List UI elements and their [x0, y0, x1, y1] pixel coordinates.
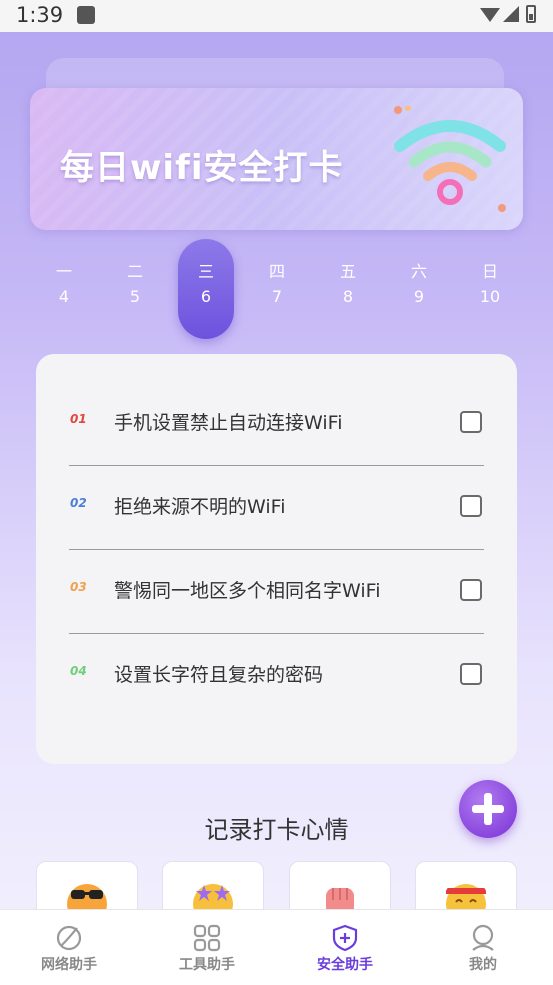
battery-icon [526, 5, 536, 23]
add-mood-button[interactable] [459, 780, 517, 838]
item-text: 设置长字符且复杂的密码 [114, 664, 324, 686]
nav-item-security[interactable]: 安全助手 [276, 910, 414, 985]
leaf-icon [56, 925, 82, 951]
item-text: 警惕同一地区多个相同名字WiFi [114, 580, 381, 602]
date-number[interactable]: 8 [320, 287, 376, 306]
checklist-item[interactable]: 01 手机设置禁止自动连接WiFi [36, 354, 517, 438]
date-number[interactable]: 10 [462, 287, 518, 306]
user-icon [472, 924, 494, 951]
notification-icon [77, 6, 95, 24]
bottom-navigation: 网络助手 工具助手 安全助手 我的 [0, 909, 553, 985]
checklist-card: 01 手机设置禁止自动连接WiFi 02 拒绝来源不明的WiFi 03 警惕同一… [36, 354, 517, 764]
banner-title: 每日wifi安全打卡 [60, 148, 344, 188]
nav-item-tools[interactable]: 工具助手 [138, 910, 276, 985]
weekday-label: 三 [197, 262, 214, 281]
checklist-item[interactable]: 03 警惕同一地区多个相同名字WiFi [36, 522, 517, 606]
item-index: 02 [70, 496, 87, 510]
date-number[interactable]: 9 [391, 287, 447, 306]
nav-item-profile[interactable]: 我的 [414, 910, 552, 985]
nav-item-network[interactable]: 网络助手 [0, 910, 138, 985]
nav-label: 我的 [469, 957, 497, 973]
item-index: 03 [70, 580, 87, 594]
item-text: 手机设置禁止自动连接WiFi [114, 412, 343, 434]
item-index: 04 [70, 664, 87, 678]
wifi-signal-icon [480, 8, 500, 22]
checklist-item[interactable]: 02 拒绝来源不明的WiFi [36, 438, 517, 522]
wifi-illustration-icon [394, 106, 506, 212]
nav-label: 工具助手 [179, 957, 235, 973]
header-banner: 每日wifi安全打卡 [30, 88, 523, 230]
status-bar: 1:39 [0, 0, 553, 32]
cell-signal-icon [503, 6, 519, 22]
checklist-item[interactable]: 04 设置长字符且复杂的密码 [36, 606, 517, 690]
item-index: 01 [70, 412, 87, 426]
weekday-label: 六 [410, 262, 427, 281]
shield-plus-icon [332, 924, 358, 952]
date-number[interactable]: 4 [36, 287, 92, 306]
status-time: 1:39 [16, 3, 64, 27]
item-checkbox[interactable] [460, 663, 482, 685]
nav-label: 安全助手 [317, 957, 373, 973]
item-checkbox[interactable] [460, 495, 482, 517]
item-checkbox[interactable] [460, 411, 482, 433]
selected-date[interactable]: 6 [178, 287, 234, 306]
weekday-label: 二 [126, 262, 143, 281]
weekday-label: 四 [268, 262, 285, 281]
date-number[interactable]: 7 [249, 287, 305, 306]
grid-icon [193, 924, 221, 952]
date-number[interactable]: 5 [107, 287, 163, 306]
weekday-label: 五 [339, 262, 356, 281]
weekday-label: 一 [55, 262, 72, 281]
weekday-label: 日 [481, 262, 498, 281]
nav-label: 网络助手 [41, 957, 97, 973]
item-text: 拒绝来源不明的WiFi [114, 496, 286, 518]
item-checkbox[interactable] [460, 579, 482, 601]
